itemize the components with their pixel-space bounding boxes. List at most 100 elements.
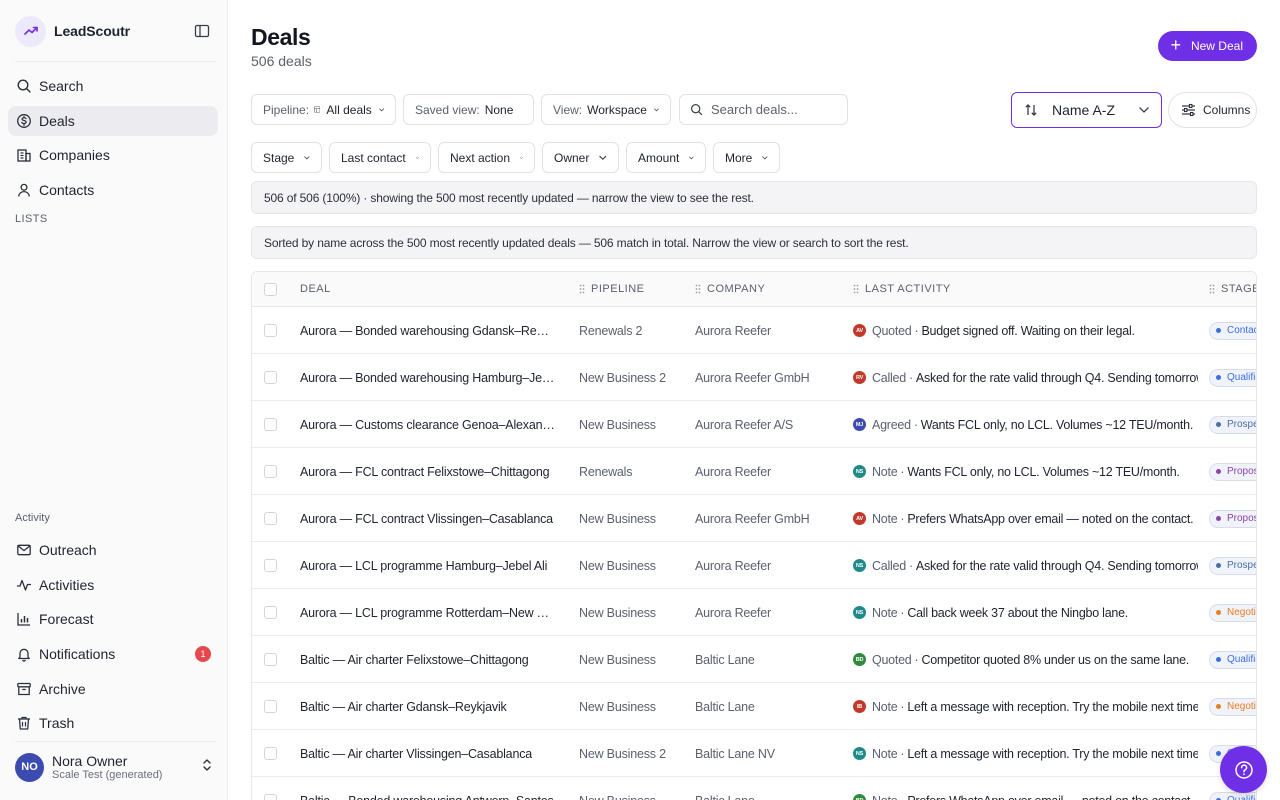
- company-cell[interactable]: Aurora Reefer A/S: [695, 401, 845, 448]
- stage-cell[interactable]: Negotiation: [1209, 589, 1256, 636]
- stage-badge[interactable]: Proposal: [1209, 509, 1256, 528]
- table-row[interactable]: Aurora — LCL programme Rotterdam–New Yor…: [252, 589, 1256, 636]
- row-checkbox[interactable]: [264, 653, 277, 666]
- saved-view-select[interactable]: Saved view: None: [403, 94, 534, 125]
- row-checkbox[interactable]: [264, 559, 277, 572]
- deal-name[interactable]: Aurora — LCL programme Hamburg–Jebel Ali: [300, 559, 547, 573]
- filter-more[interactable]: More: [713, 142, 780, 173]
- drag-handle-icon[interactable]: [579, 284, 585, 294]
- table-row[interactable]: Aurora — LCL programme Hamburg–Jebel Ali…: [252, 542, 1256, 589]
- deal-name[interactable]: Baltic — Air charter Felixstowe–Chittago…: [300, 653, 529, 667]
- deal-cell[interactable]: Aurora — FCL contract Vlissingen–Casabla…: [300, 495, 555, 542]
- company-cell[interactable]: Aurora Reefer GmbH: [695, 495, 845, 542]
- view-select[interactable]: View: Workspace: [541, 94, 671, 125]
- deal-cell[interactable]: Aurora — LCL programme Hamburg–Jebel Ali: [300, 542, 555, 589]
- deal-name[interactable]: Baltic — Air charter Vlissingen–Casablan…: [300, 747, 532, 761]
- table-row[interactable]: Aurora — Bonded warehousing Gdansk–Reykj…: [252, 307, 1256, 354]
- deal-name[interactable]: Aurora — LCL programme Rotterdam–New Yor…: [300, 606, 555, 620]
- row-checkbox[interactable]: [264, 606, 277, 619]
- filter-next-action[interactable]: Next action: [438, 142, 535, 173]
- stage-cell[interactable]: Prospect: [1209, 401, 1256, 448]
- column-header-deal[interactable]: DEAL: [300, 283, 331, 295]
- stage-badge[interactable]: Prospect: [1209, 556, 1256, 575]
- nav-item-activities[interactable]: Activities: [8, 570, 218, 600]
- row-checkbox[interactable]: [264, 747, 277, 760]
- stage-badge[interactable]: Proposal: [1209, 462, 1256, 481]
- nav-item-trash[interactable]: Trash: [8, 708, 218, 738]
- deal-name[interactable]: Aurora — Customs clearance Genoa–Alexand…: [300, 418, 555, 432]
- help-button[interactable]: [1220, 746, 1267, 793]
- select-all-checkbox[interactable]: [264, 283, 277, 296]
- row-checkbox[interactable]: [264, 465, 277, 478]
- company-cell[interactable]: Aurora Reefer: [695, 542, 845, 589]
- company-cell[interactable]: Baltic Lane: [695, 683, 845, 730]
- company-cell[interactable]: Baltic Lane: [695, 777, 845, 800]
- deal-cell[interactable]: Aurora — Bonded warehousing Hamburg–Jebe…: [300, 354, 555, 401]
- company-cell[interactable]: Baltic Lane: [695, 636, 845, 683]
- deal-cell[interactable]: Aurora — FCL contract Felixstowe–Chittag…: [300, 448, 555, 495]
- filter-amount[interactable]: Amount: [626, 142, 706, 173]
- deal-name[interactable]: Aurora — FCL contract Felixstowe–Chittag…: [300, 465, 549, 479]
- stage-cell[interactable]: Qualified: [1209, 636, 1256, 683]
- drag-handle-icon[interactable]: [1209, 284, 1215, 294]
- table-row[interactable]: Aurora — FCL contract Felixstowe–Chittag…: [252, 448, 1256, 495]
- stage-cell[interactable]: Proposal: [1209, 448, 1256, 495]
- nav-item-deals[interactable]: Deals: [8, 105, 218, 136]
- row-checkbox[interactable]: [264, 512, 277, 525]
- stage-badge[interactable]: Prospect: [1209, 415, 1256, 434]
- stage-badge[interactable]: Negotiation: [1209, 603, 1256, 622]
- deal-cell[interactable]: Baltic — Bonded warehousing Antwerp–Sant…: [300, 777, 555, 800]
- deal-cell[interactable]: Aurora — Bonded warehousing Gdansk–Reykj…: [300, 307, 555, 354]
- stage-badge[interactable]: Negotiation: [1209, 697, 1256, 716]
- nav-item-search[interactable]: Search: [8, 71, 218, 101]
- company-cell[interactable]: Aurora Reefer GmbH: [695, 354, 845, 401]
- column-header-pipeline[interactable]: PIPELINE: [579, 283, 645, 295]
- stage-cell[interactable]: Proposal: [1209, 495, 1256, 542]
- stage-cell[interactable]: Contacted: [1209, 307, 1256, 354]
- company-cell[interactable]: Aurora Reefer: [695, 589, 845, 636]
- column-header-stage[interactable]: STAGE: [1209, 283, 1256, 295]
- stage-badge[interactable]: Qualified: [1209, 368, 1256, 387]
- row-checkbox[interactable]: [264, 371, 277, 384]
- table-row[interactable]: Aurora — Bonded warehousing Hamburg–Jebe…: [252, 354, 1256, 401]
- table-row[interactable]: Baltic — Air charter Felixstowe–Chittago…: [252, 636, 1256, 683]
- pipeline-select[interactable]: Pipeline: All deals: [251, 94, 396, 125]
- stage-badge[interactable]: Qualified: [1209, 650, 1256, 669]
- table-row[interactable]: Baltic — Air charter Vlissingen–Casablan…: [252, 730, 1256, 777]
- nav-item-forecast[interactable]: Forecast: [8, 604, 218, 634]
- row-checkbox[interactable]: [264, 418, 277, 431]
- filter-owner[interactable]: Owner: [542, 142, 619, 173]
- deal-cell[interactable]: Baltic — Air charter Vlissingen–Casablan…: [300, 730, 555, 777]
- deal-name[interactable]: Aurora — Bonded warehousing Gdansk–Reykj…: [300, 324, 555, 338]
- nav-item-outreach[interactable]: Outreach: [8, 535, 218, 565]
- company-cell[interactable]: Aurora Reefer: [695, 307, 845, 354]
- nav-item-companies[interactable]: Companies: [8, 140, 218, 170]
- company-cell[interactable]: Baltic Lane NV: [695, 730, 845, 777]
- deal-cell[interactable]: Baltic — Air charter Felixstowe–Chittago…: [300, 636, 555, 683]
- deal-cell[interactable]: Aurora — Customs clearance Genoa–Alexand…: [300, 401, 555, 448]
- row-checkbox[interactable]: [264, 324, 277, 337]
- stage-cell[interactable]: Prospect: [1209, 542, 1256, 589]
- sidebar-toggle-icon[interactable]: [191, 20, 213, 42]
- row-checkbox[interactable]: [264, 700, 277, 713]
- filter-last-contact[interactable]: Last contact: [329, 142, 431, 173]
- search-input[interactable]: [711, 102, 841, 117]
- sort-select[interactable]: Name A-Z: [1011, 92, 1162, 128]
- column-header-company[interactable]: COMPANY: [695, 283, 765, 295]
- stage-cell[interactable]: Negotiation: [1209, 683, 1256, 730]
- company-cell[interactable]: Aurora Reefer: [695, 448, 845, 495]
- deal-name[interactable]: Aurora — FCL contract Vlissingen–Casabla…: [300, 512, 553, 526]
- user-menu[interactable]: NO Nora Owner Scale Test (generated): [15, 747, 213, 787]
- drag-handle-icon[interactable]: [853, 284, 859, 294]
- stage-cell[interactable]: Qualified: [1209, 354, 1256, 401]
- drag-handle-icon[interactable]: [695, 284, 701, 294]
- row-checkbox[interactable]: [264, 794, 277, 800]
- deal-name[interactable]: Baltic — Bonded warehousing Antwerp–Sant…: [300, 794, 554, 800]
- nav-item-contacts[interactable]: Contacts: [8, 175, 218, 205]
- nav-item-notifications[interactable]: Notifications 1: [8, 639, 218, 669]
- filter-stage[interactable]: Stage: [251, 142, 322, 173]
- stage-badge[interactable]: Contacted: [1209, 321, 1256, 340]
- table-row[interactable]: Baltic — Bonded warehousing Antwerp–Sant…: [252, 777, 1256, 800]
- deal-cell[interactable]: Aurora — LCL programme Rotterdam–New Yor…: [300, 589, 555, 636]
- deal-name[interactable]: Aurora — Bonded warehousing Hamburg–Jebe…: [300, 371, 555, 385]
